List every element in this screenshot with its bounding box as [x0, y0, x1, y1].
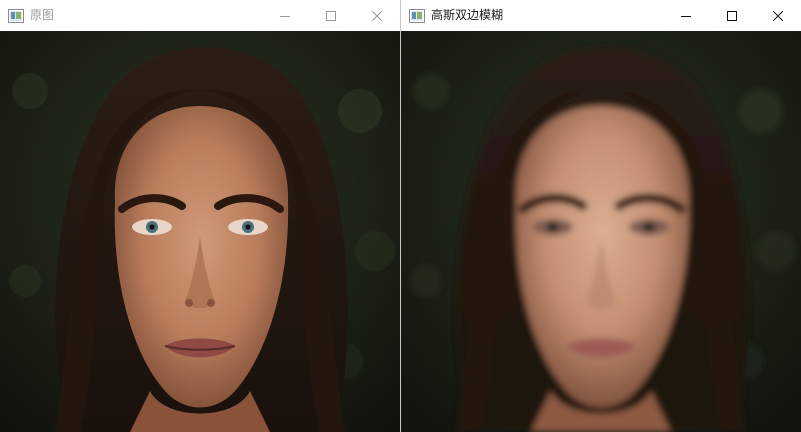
close-button[interactable] — [755, 0, 801, 31]
close-button[interactable] — [354, 0, 400, 31]
desktop: 原图 高斯双边模糊 — [0, 0, 801, 432]
window-controls — [663, 0, 801, 31]
image-viewport — [0, 31, 400, 432]
titlebar[interactable]: 高斯双边模糊 — [401, 0, 801, 31]
minimize-icon — [681, 15, 691, 17]
window-title: 高斯双边模糊 — [431, 8, 504, 22]
window-controls — [262, 0, 400, 31]
original-image-window[interactable]: 原图 — [0, 0, 401, 432]
window-title: 原图 — [30, 8, 55, 22]
app-window-icon — [409, 8, 425, 23]
maximize-icon — [326, 10, 336, 21]
app-window-icon — [8, 8, 24, 23]
maximize-button[interactable] — [308, 0, 354, 31]
titlebar[interactable]: 原图 — [0, 0, 400, 31]
maximize-button[interactable] — [709, 0, 755, 31]
gaussian-bilateral-blur-window[interactable]: 高斯双边模糊 — [401, 0, 801, 432]
image-viewport — [401, 31, 801, 432]
minimize-button[interactable] — [663, 0, 709, 31]
close-icon — [372, 10, 382, 21]
maximize-icon — [727, 10, 737, 21]
close-icon — [773, 10, 783, 21]
portrait-blurred-image — [401, 31, 801, 432]
minimize-button[interactable] — [262, 0, 308, 31]
portrait-original-image — [0, 31, 400, 432]
minimize-icon — [280, 15, 290, 17]
